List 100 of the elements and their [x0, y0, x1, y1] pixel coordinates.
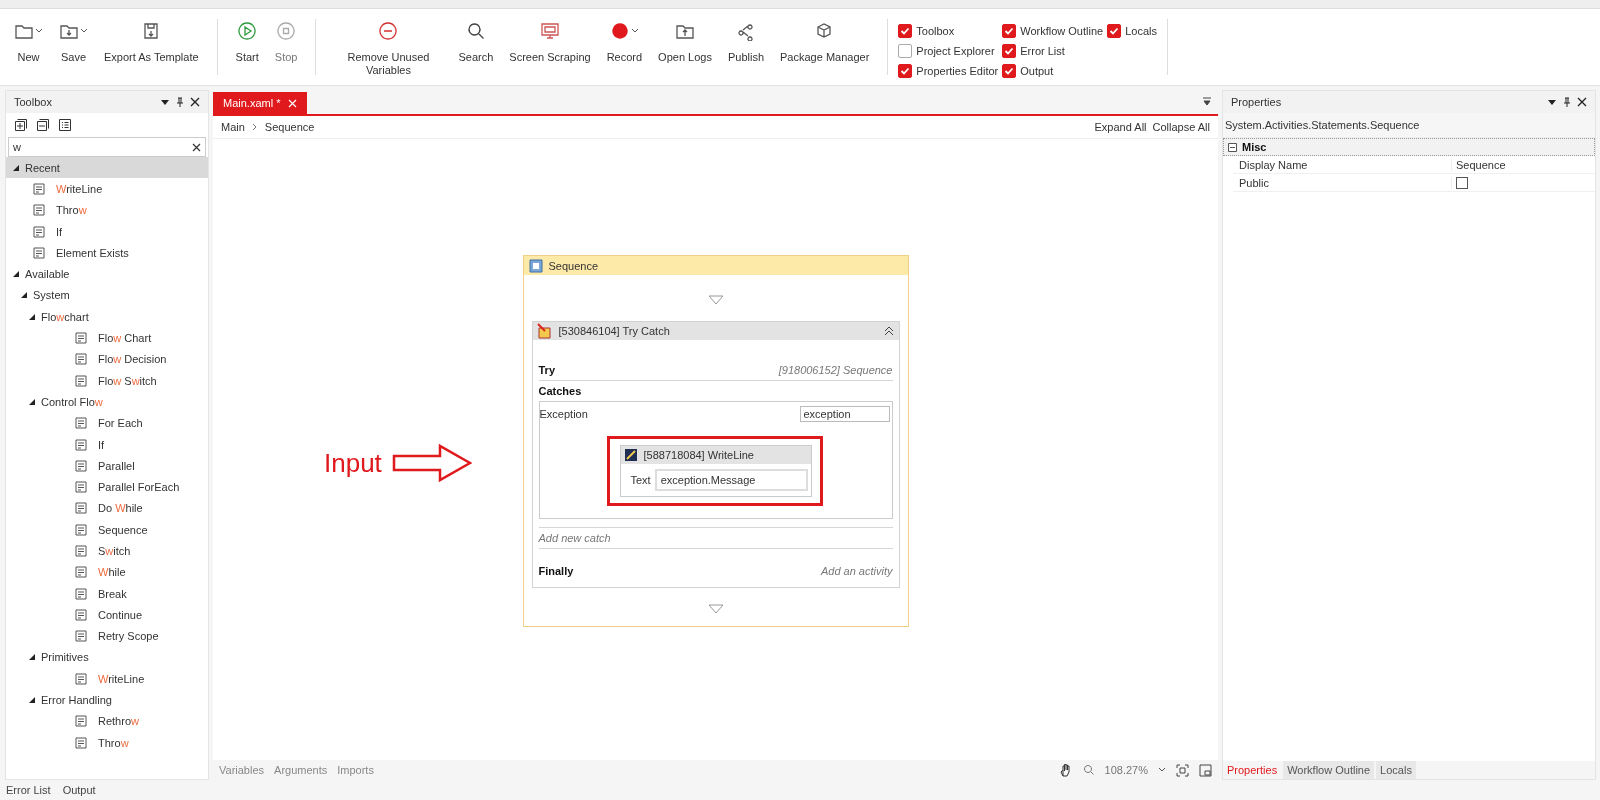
input-field[interactable]: exception.Message: [654, 469, 808, 491]
chevron-icon: [250, 123, 259, 131]
checkbox[interactable]: [898, 24, 913, 38]
expand-all-icon[interactable]: [14, 118, 28, 132]
tree-item[interactable]: Error Handling: [6, 689, 208, 711]
tree-item[interactable]: Rethrow: [6, 710, 208, 732]
tree-item[interactable]: WriteLine: [6, 668, 208, 690]
clear-icon[interactable]: [192, 142, 201, 152]
tree-item[interactable]: While: [6, 561, 208, 583]
activity-icon: [74, 586, 88, 601]
toolbar-button[interactable]: Start: [227, 15, 267, 68]
toolbar-button[interactable]: Export As Template: [96, 15, 207, 68]
toolbar-button[interactable]: Package Manager: [772, 15, 878, 68]
expander-icon[interactable]: [28, 397, 36, 406]
activity-icon: [74, 373, 88, 388]
tree-item[interactable]: Do While: [6, 497, 208, 520]
close-icon[interactable]: [1577, 97, 1587, 107]
status-tab[interactable]: Output: [62, 784, 96, 796]
tree-item[interactable]: Parallel ForEach: [6, 476, 208, 498]
tree-item[interactable]: Recent: [6, 157, 208, 179]
expander-icon[interactable]: [20, 291, 28, 300]
panel-tab[interactable]: Workflow Outline: [1283, 761, 1375, 779]
expander-icon[interactable]: [28, 312, 36, 321]
add-catch-link[interactable]: Add new catch: [538, 532, 611, 544]
sequence-container[interactable]: Sequence [530846104] Try Catch Try [918006152] Sequence Catches Exception exception [588718084] WriteLine Text exception.Message Add new catch Finally Add an activity: [522, 255, 909, 627]
fit-screen-icon[interactable]: [1176, 763, 1189, 777]
tree-item[interactable]: Flow Switch: [6, 369, 208, 392]
toolbar-button[interactable]: Save: [51, 15, 96, 68]
collapse-all-icon[interactable]: [36, 118, 50, 132]
checkbox[interactable]: [898, 64, 913, 78]
expander-icon[interactable]: [28, 696, 36, 705]
checkbox[interactable]: [1002, 64, 1017, 78]
writeline-activity[interactable]: [588718084] WriteLine Text exception.Message: [619, 445, 812, 497]
menu-caret-icon[interactable]: [1547, 97, 1557, 107]
tree-item[interactable]: WriteLine: [6, 178, 208, 200]
tree-item[interactable]: Switch: [6, 540, 208, 562]
overflow-icon[interactable]: [1202, 96, 1212, 106]
collapse-icon[interactable]: [882, 325, 895, 337]
tree-item[interactable]: Element Exists: [6, 242, 208, 264]
tree-item[interactable]: Flow Chart: [6, 327, 208, 349]
tree-item[interactable]: If: [6, 433, 208, 456]
document-tab[interactable]: Main.xaml *: [213, 92, 308, 114]
list-icon[interactable]: [58, 118, 72, 132]
pin-icon[interactable]: [175, 97, 185, 107]
pin-icon[interactable]: [1562, 97, 1572, 107]
activity-placeholder[interactable]: Add an activity: [820, 565, 893, 577]
designer-action-link[interactable]: Collapse All: [1152, 121, 1210, 133]
tree-item[interactable]: System: [6, 284, 208, 307]
exception-type: Exception: [539, 408, 588, 420]
expander-icon[interactable]: [12, 270, 20, 279]
toolbar-button[interactable]: Record: [598, 15, 651, 68]
close-icon[interactable]: [190, 97, 200, 107]
checkbox[interactable]: [1002, 44, 1017, 58]
status-tab[interactable]: Error List: [6, 784, 51, 796]
designer-action-link[interactable]: Expand All: [1094, 121, 1147, 133]
tree-item[interactable]: Throw: [6, 199, 208, 221]
category-toggle-icon[interactable]: [1228, 142, 1237, 152]
activity-placeholder[interactable]: [918006152] Sequence: [778, 364, 893, 376]
hand-icon[interactable]: [1058, 763, 1073, 777]
tree-item[interactable]: Sequence: [6, 519, 208, 541]
tree-item[interactable]: Primitives: [6, 646, 208, 669]
expander-icon[interactable]: [12, 163, 20, 172]
overview-icon[interactable]: [1199, 763, 1212, 777]
zoom-level[interactable]: 108.27%: [1104, 764, 1148, 776]
breadcrumb-link[interactable]: Sequence: [264, 121, 315, 133]
check-icon: [1003, 25, 1016, 37]
toolbar-button[interactable]: Remove Unused Variables: [326, 15, 451, 81]
activity-title: [530846104] Try Catch: [558, 325, 671, 337]
tree-item[interactable]: Flowchart: [6, 306, 208, 328]
expander-icon[interactable]: [28, 653, 36, 662]
try-catch-activity[interactable]: [530846104] Try Catch Try [918006152] Sequence Catches Exception exception [588718084] WriteLine Text exception.Message Add new catch Finally Add an activity: [531, 321, 900, 588]
checkbox[interactable]: [1002, 24, 1017, 38]
check-icon: [1108, 25, 1121, 37]
tree-item[interactable]: Break: [6, 582, 208, 605]
checkbox[interactable]: [1456, 176, 1468, 189]
toolbar-button[interactable]: Publish: [719, 15, 772, 68]
input-field[interactable]: exception: [799, 406, 890, 422]
tree-item[interactable]: Retry Scope: [6, 625, 208, 647]
zoom-icon[interactable]: [1082, 764, 1095, 776]
search-field[interactable]: w: [8, 137, 206, 157]
tree-item[interactable]: If: [6, 220, 208, 243]
checkbox[interactable]: [1107, 24, 1122, 38]
property-value[interactable]: Sequence: [1456, 158, 1506, 171]
tree-item[interactable]: Parallel: [6, 455, 208, 477]
tree-item[interactable]: Control Flow: [6, 391, 208, 413]
panel-tab[interactable]: Locals: [1376, 761, 1416, 779]
tree-item[interactable]: Available: [6, 263, 208, 285]
caret-icon[interactable]: [1158, 767, 1166, 773]
breadcrumb-link[interactable]: Main: [221, 121, 245, 133]
tree-item[interactable]: Throw: [6, 732, 208, 754]
tree-item[interactable]: Flow Decision: [6, 348, 208, 370]
menu-caret-icon[interactable]: [160, 97, 170, 107]
tree-item[interactable]: For Each: [6, 412, 208, 434]
toolbar-button[interactable]: Screen Scraping: [501, 15, 599, 68]
checkbox[interactable]: [898, 44, 913, 58]
toolbar-button[interactable]: Search: [450, 15, 502, 68]
checkbox-label: Toolbox: [916, 25, 955, 37]
toolbar-button[interactable]: Open Logs: [650, 15, 720, 68]
toolbar-button[interactable]: New: [6, 15, 51, 68]
tree-item[interactable]: Continue: [6, 604, 208, 626]
